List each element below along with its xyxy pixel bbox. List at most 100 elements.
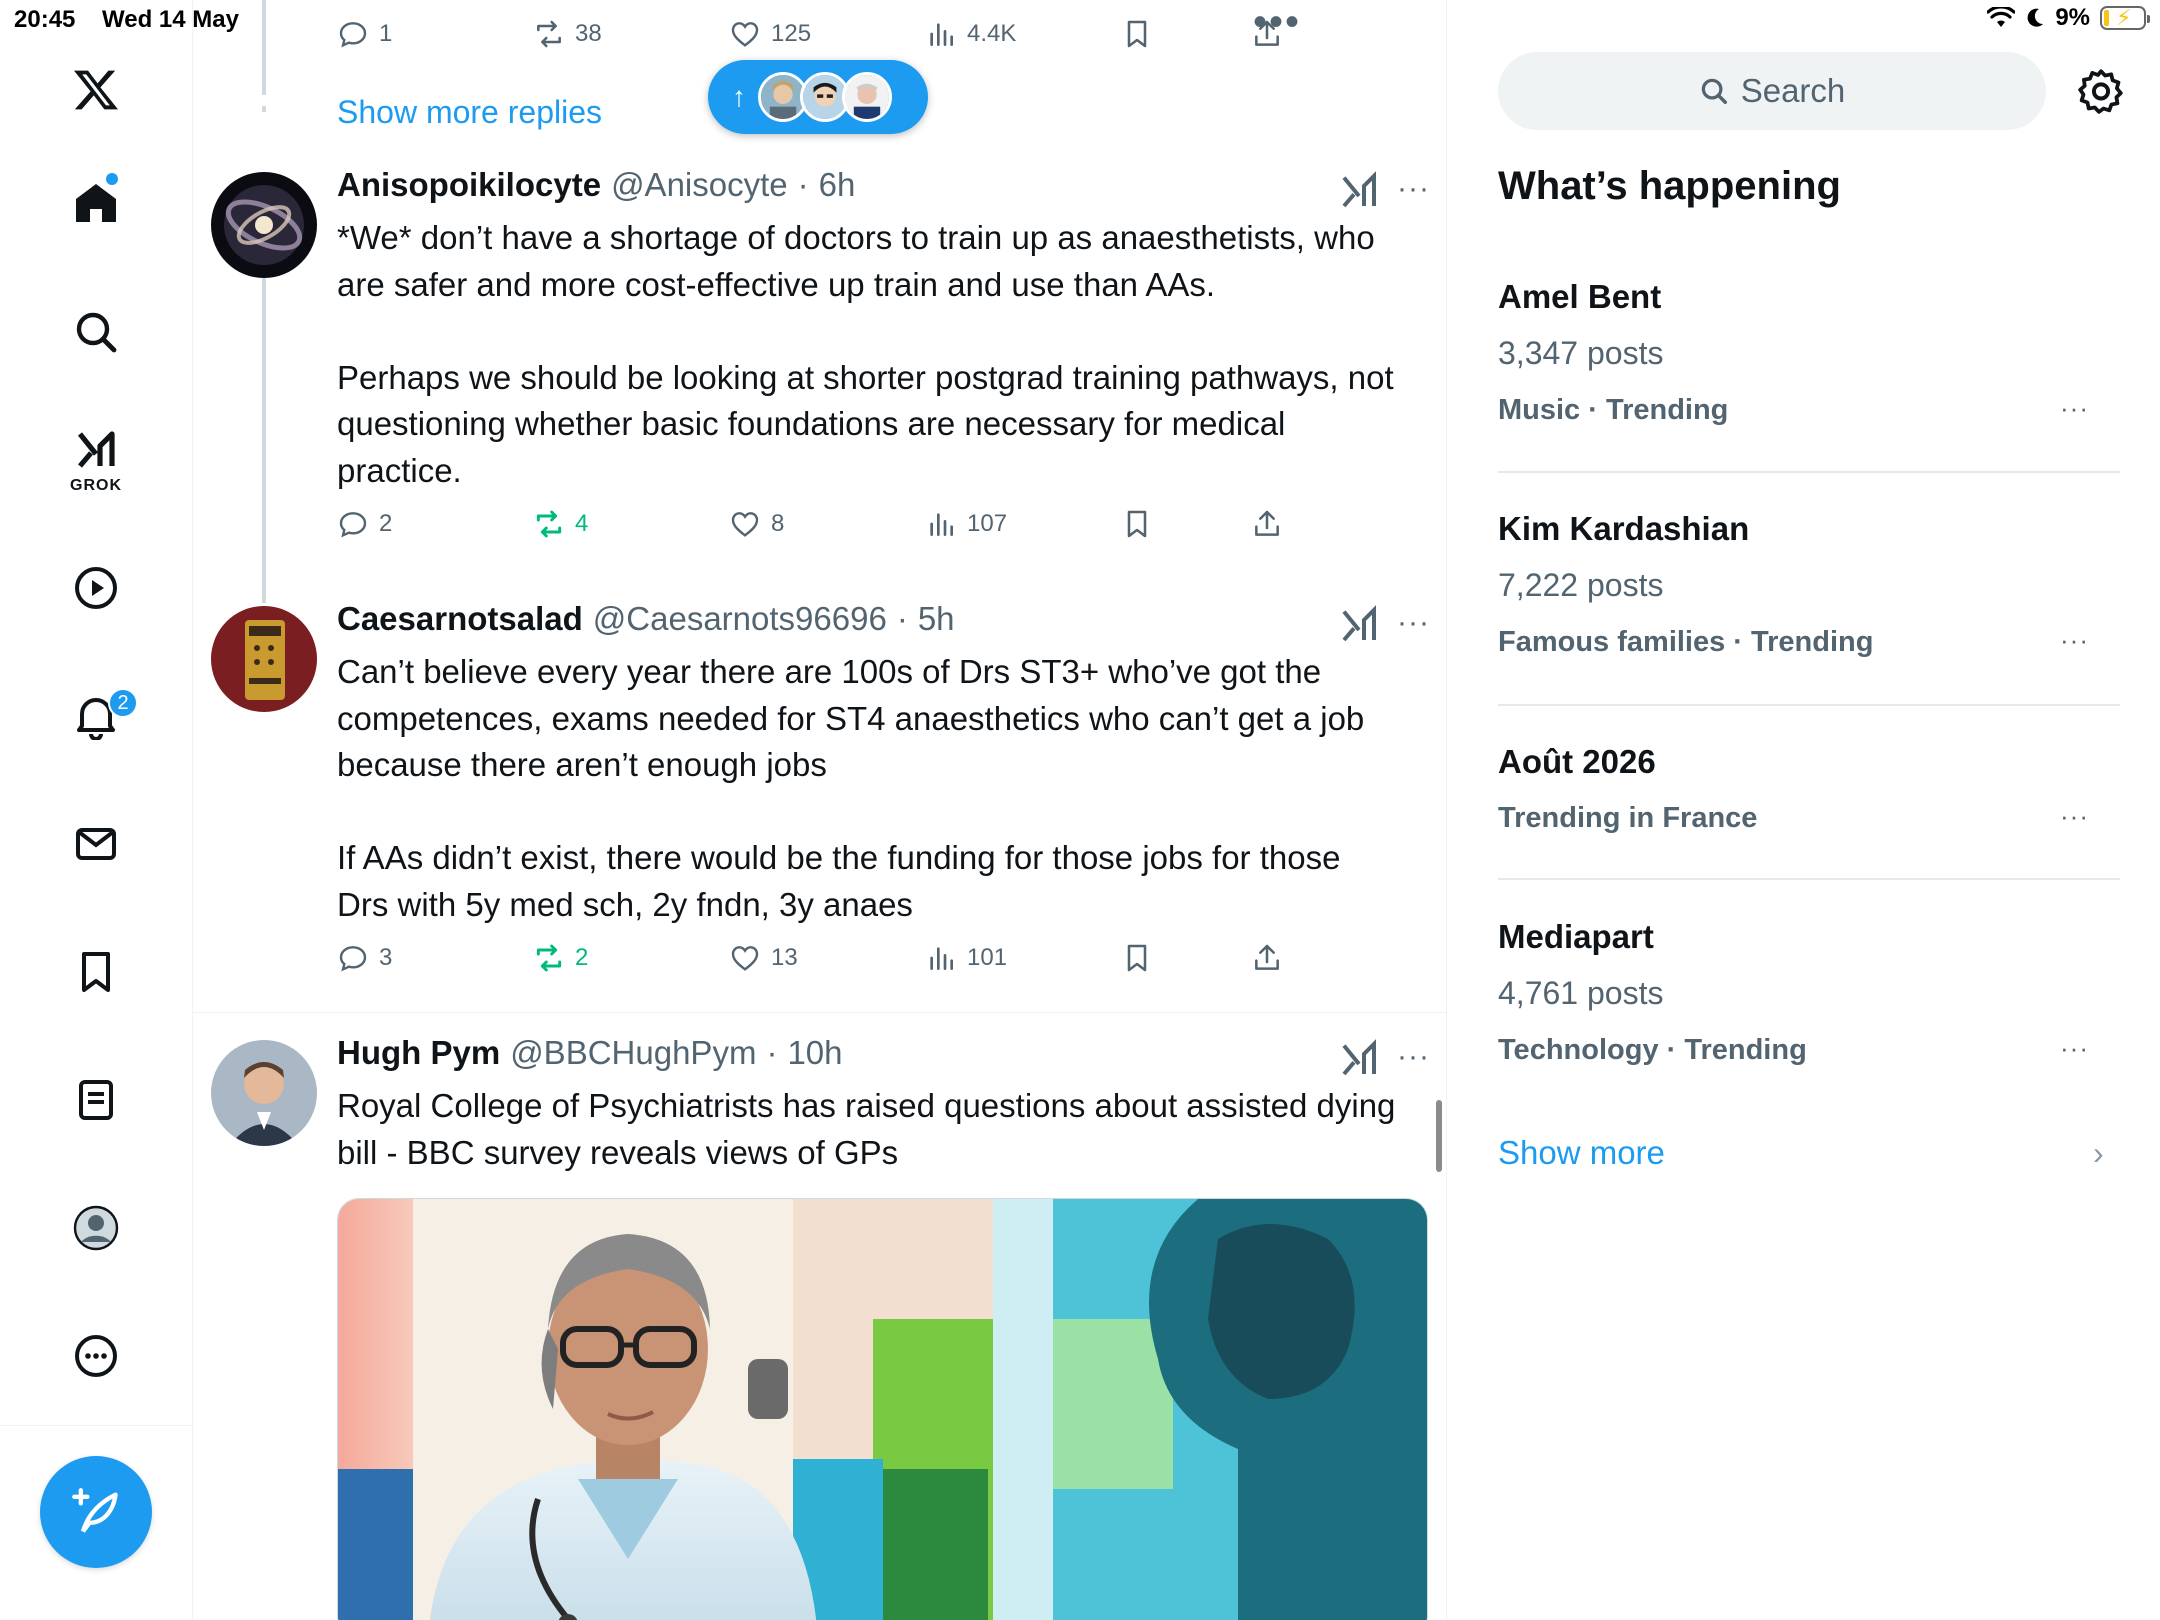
reply-count: 1 — [379, 20, 393, 47]
like-button[interactable]: 125 — [729, 18, 811, 50]
search-placeholder: Search — [1740, 72, 1846, 109]
share-button[interactable] — [1251, 18, 1283, 50]
trend-post-count: 3,347 posts — [1498, 335, 1664, 371]
grok-explain-icon[interactable] — [1339, 605, 1379, 645]
heart-icon — [731, 512, 759, 537]
display-name[interactable]: Hugh Pym — [337, 1034, 500, 1072]
repost-button[interactable]: 2 — [533, 942, 588, 974]
avatar[interactable] — [211, 606, 317, 712]
share-button[interactable] — [1251, 942, 1283, 974]
avatar[interactable] — [211, 1040, 317, 1146]
x-logo-icon[interactable] — [66, 60, 126, 120]
scrollbar-thumb[interactable] — [1436, 1100, 1442, 1172]
share-icon — [1255, 20, 1279, 46]
trend-more-icon[interactable]: ··· — [2060, 625, 2089, 656]
profile-avatar-icon[interactable] — [66, 1198, 126, 1258]
tweet-more-icon[interactable]: ··· — [1397, 606, 1430, 640]
show-more-replies-link[interactable]: Show more replies — [337, 94, 602, 131]
repost-button[interactable]: 4 — [533, 508, 588, 540]
trend-category: Trending in France — [1498, 802, 1758, 834]
like-button[interactable]: 13 — [729, 942, 798, 974]
tweet-media-image[interactable] — [337, 1198, 1428, 1620]
chevron-right-icon[interactable]: › — [2093, 1135, 2104, 1172]
tweet-header: Anisopoikilocyte @Anisocyte · 6h — [337, 166, 855, 204]
settings-gear-icon[interactable] — [2076, 66, 2126, 116]
display-name[interactable]: Anisopoikilocyte — [337, 166, 601, 204]
trend-post-count: 4,761 posts — [1498, 975, 1664, 1011]
new-posts-pill[interactable]: ↑ — [708, 60, 928, 134]
views-chart-icon — [930, 947, 953, 970]
search-input[interactable]: Search — [1498, 52, 2046, 130]
trend-divider — [1498, 471, 2120, 473]
share-button[interactable] — [1251, 508, 1283, 540]
thread-connector — [262, 0, 266, 95]
tweet-header: Hugh Pym @BBCHughPym · 10h — [337, 1034, 843, 1072]
views-chart-icon — [930, 23, 953, 46]
views-count: 107 — [967, 510, 1008, 537]
search-icon[interactable] — [66, 302, 126, 362]
tweet-actions: 2 4 8 107 — [337, 508, 1337, 548]
handle[interactable]: @Anisocyte — [611, 166, 788, 204]
notifications-badge: 2 — [108, 688, 138, 718]
pill-avatar-3 — [842, 72, 892, 122]
tweet-text: Can’t believe every year there are 100s … — [337, 653, 1365, 923]
repost-button[interactable]: 38 — [533, 18, 602, 50]
like-count: 125 — [771, 20, 812, 47]
handle[interactable]: @Caesarnots96696 — [593, 600, 887, 638]
trend-more-icon[interactable]: ··· — [2060, 801, 2089, 832]
trend-category: Music · Trending — [1498, 394, 1729, 426]
repost-count: 4 — [575, 510, 589, 537]
timeline-column: ••• 1 38 125 4.4K Show more replies ↑ An… — [193, 0, 1447, 1620]
trend-divider — [1498, 704, 2120, 706]
reply-button[interactable]: 3 — [337, 942, 392, 974]
lists-icon[interactable] — [66, 1070, 126, 1130]
tweet-more-icon[interactable]: ··· — [1397, 1040, 1430, 1074]
heart-icon — [731, 946, 759, 971]
views-button[interactable]: 4.4K — [925, 18, 1016, 50]
tweet-actions: 3 2 13 101 — [337, 942, 1337, 982]
bookmark-button[interactable] — [1121, 942, 1153, 974]
like-count: 13 — [771, 944, 798, 971]
repost-count: 38 — [575, 20, 602, 47]
trend-post-count: 7,222 posts — [1498, 567, 1664, 603]
bookmark-button[interactable] — [1121, 508, 1153, 540]
trend-more-icon[interactable]: ··· — [2060, 393, 2089, 424]
views-chart-icon — [930, 513, 953, 536]
nav-divider — [0, 1425, 193, 1426]
like-button[interactable]: 8 — [729, 508, 784, 540]
trend-name: Kim Kardashian — [1498, 510, 1750, 547]
show-more-trends-link[interactable]: Show more — [1498, 1134, 1665, 1172]
reply-icon — [339, 512, 367, 538]
avatar[interactable] — [211, 172, 317, 278]
messages-envelope-icon[interactable] — [66, 814, 126, 874]
timestamp[interactable]: 10h — [787, 1034, 842, 1072]
reply-button[interactable]: 2 — [337, 508, 392, 540]
reply-count: 3 — [379, 944, 393, 971]
timestamp[interactable]: 6h — [819, 166, 856, 204]
grok-explain-icon[interactable] — [1339, 1039, 1379, 1079]
handle[interactable]: @BBCHughPym — [510, 1034, 756, 1072]
bookmarks-icon[interactable] — [66, 942, 126, 1002]
thread-connector — [262, 278, 266, 603]
tweet-more-icon[interactable]: ··· — [1397, 172, 1430, 206]
reply-count: 2 — [379, 510, 393, 537]
grok-explain-icon[interactable] — [1339, 171, 1379, 211]
dot-separator: · — [766, 1034, 778, 1071]
timestamp[interactable]: 5h — [918, 600, 955, 638]
trend-more-icon[interactable]: ··· — [2060, 1033, 2089, 1064]
reply-button[interactable]: 1 — [337, 18, 392, 50]
tweet-header: Caesarnotsalad @Caesarnots96696 · 5h — [337, 600, 955, 638]
compose-post-button[interactable] — [40, 1456, 152, 1568]
reply-icon — [339, 22, 367, 48]
whats-happening-title: What’s happening — [1498, 164, 1841, 208]
views-button[interactable]: 101 — [925, 942, 1007, 974]
bookmark-button[interactable] — [1121, 18, 1153, 50]
views-button[interactable]: 107 — [925, 508, 1007, 540]
more-options-icon[interactable] — [66, 1326, 126, 1386]
action-bar-top: 1 38 125 4.4K — [337, 18, 1337, 58]
grok-icon[interactable] — [66, 420, 126, 480]
bookmark-icon — [1127, 944, 1147, 972]
bookmark-icon — [1127, 510, 1147, 538]
display-name[interactable]: Caesarnotsalad — [337, 600, 583, 638]
video-icon[interactable] — [66, 558, 126, 618]
